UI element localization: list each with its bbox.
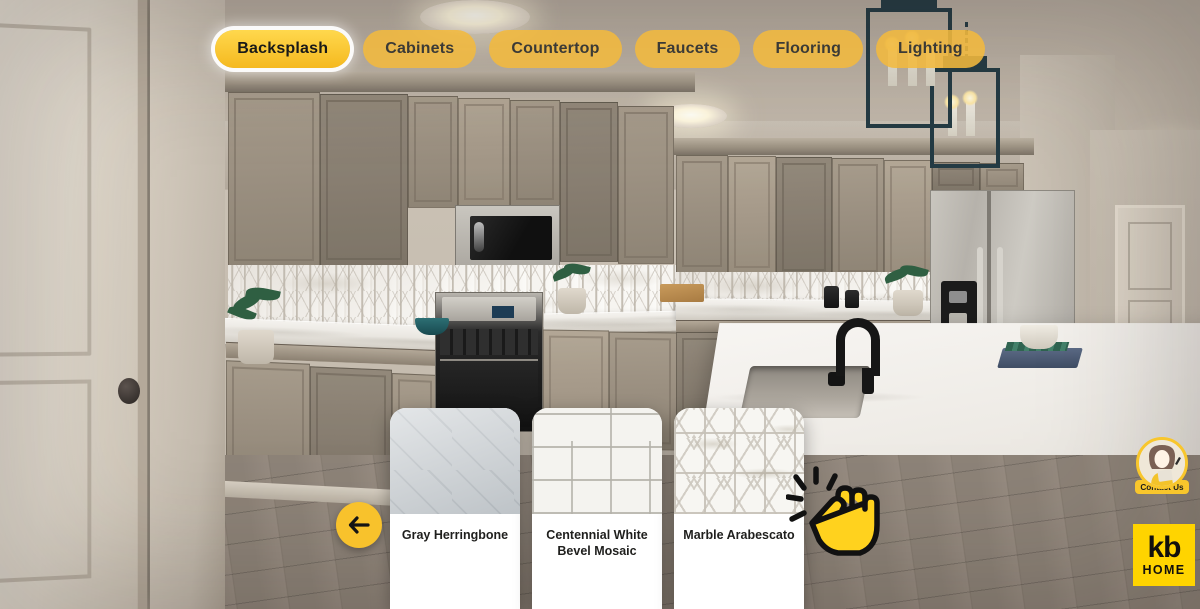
upper-cabinet[interactable] (776, 157, 832, 277)
contact-us-widget[interactable]: Contact Us (1134, 437, 1190, 494)
swatch-gray-herringbone (390, 408, 520, 514)
foreground-door[interactable] (0, 0, 148, 609)
option-card-row: Gray Herringbone Centennial White Bevel … (390, 408, 804, 609)
category-tab-bar: Backsplash Cabinets Countertop Faucets F… (0, 30, 1200, 70)
upper-cabinet[interactable] (728, 156, 776, 274)
back-button[interactable] (336, 502, 382, 548)
upper-cabinet[interactable] (618, 106, 674, 264)
tab-cabinets[interactable]: Cabinets (363, 30, 477, 68)
tab-faucets[interactable]: Faucets (634, 30, 741, 68)
kb-home-logo[interactable]: kb HOME (1133, 524, 1195, 586)
design-studio-viewer: Backsplash Cabinets Countertop Faucets F… (0, 0, 1200, 609)
option-card-centennial-white-bevel-mosaic[interactable]: Centennial White Bevel Mosaic (532, 408, 662, 609)
microwave-window (470, 216, 552, 260)
crown-molding (225, 72, 695, 92)
kb-logo-mark: kb (1147, 530, 1181, 564)
option-label: Marble Arabescato (683, 528, 795, 542)
option-label: Centennial White Bevel Mosaic (546, 528, 648, 558)
support-agent-avatar (1136, 437, 1188, 489)
upper-cabinet[interactable] (560, 102, 618, 262)
decor-bowl (1020, 325, 1058, 349)
upper-cabinet[interactable] (676, 155, 728, 273)
plant-pot (893, 290, 923, 316)
canister (845, 290, 859, 308)
plant-pot (238, 330, 274, 364)
plant-pot (558, 288, 586, 314)
upper-cabinet[interactable] (408, 96, 458, 208)
tab-backsplash[interactable]: Backsplash (215, 30, 351, 68)
range-control-panel (442, 297, 536, 321)
option-label: Gray Herringbone (401, 528, 509, 542)
tab-flooring[interactable]: Flooring (753, 30, 864, 68)
cutting-board (660, 284, 704, 302)
upper-cabinet[interactable] (510, 100, 560, 206)
upper-cabinet[interactable] (458, 98, 510, 206)
range-display (492, 306, 514, 318)
left-wall-column (150, 0, 225, 609)
decor-tray (997, 348, 1083, 368)
upper-cabinet[interactable] (884, 160, 932, 278)
recessed-light (420, 0, 530, 34)
pointing-hand-cursor (785, 463, 882, 568)
option-card-gray-herringbone[interactable]: Gray Herringbone (390, 408, 520, 609)
faucet-spout (862, 368, 874, 394)
swatch-white-bevel-mosaic (532, 408, 662, 514)
kb-logo-sub: HOME (1142, 562, 1186, 577)
tab-lighting[interactable]: Lighting (876, 30, 985, 68)
tab-countertop[interactable]: Countertop (489, 30, 622, 68)
swatch-marble-arabescato (674, 408, 804, 514)
range-burner-grate (440, 329, 538, 355)
option-card-marble-arabescato[interactable]: Marble Arabescato (674, 408, 804, 609)
upper-cabinet[interactable] (320, 94, 408, 266)
arrow-left-icon (348, 516, 370, 534)
canister (824, 286, 839, 308)
upper-cabinet[interactable] (228, 92, 320, 267)
upper-cabinet[interactable] (832, 158, 884, 278)
door-knob[interactable] (118, 378, 140, 404)
